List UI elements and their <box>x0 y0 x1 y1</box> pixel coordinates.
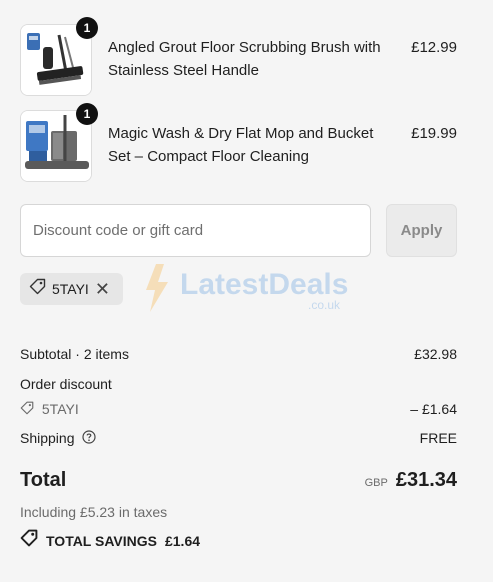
discount-code-input[interactable] <box>20 204 371 257</box>
total-label: Total <box>20 469 67 491</box>
product-title: Magic Wash & Dry Flat Mop and Bucket Set… <box>108 125 374 165</box>
product-title: Angled Grout Floor Scrubbing Brush with … <box>108 39 381 79</box>
discount-code-label: 5TAYI <box>52 281 89 297</box>
quantity-badge: 1 <box>76 17 98 39</box>
order-discount-label: Order discount <box>20 376 112 392</box>
total-savings-row: TOTAL SAVINGS £1.64 <box>20 529 457 552</box>
latestdeals-watermark: LatestDeals .co.uk <box>142 262 362 314</box>
help-icon[interactable] <box>82 429 96 449</box>
subtotal-row: Subtotal · 2 items £32.98 <box>20 344 457 364</box>
savings-value: £1.64 <box>164 532 201 549</box>
applied-discount-chip: 5TAYI ✕ <box>20 273 123 305</box>
subtotal-label: Subtotal · 2 items <box>20 346 129 362</box>
discount-value: – £1.64 <box>410 401 457 417</box>
remove-discount-close-icon[interactable]: ✕ <box>95 280 110 298</box>
watermark-brand: LatestDeals <box>180 268 349 301</box>
currency-code: GBP <box>364 477 388 489</box>
subtotal-value: £32.98 <box>414 346 457 362</box>
shipping-value: FREE <box>419 430 457 446</box>
product-price: £12.99 <box>411 39 457 56</box>
line-item: 1 Angled Grout Floor Scrubbing Brush wit… <box>20 17 457 98</box>
tag-icon <box>29 278 46 300</box>
savings-label: TOTAL SAVINGS <box>46 532 157 549</box>
discount-code-row: 5TAYI – £1.64 <box>20 399 457 420</box>
total-row: Total GBP £31.34 <box>20 470 457 496</box>
total-amount: £31.34 <box>395 469 457 491</box>
apply-discount-button[interactable]: Apply <box>386 204 457 257</box>
shipping-row: Shipping FREE <box>20 428 457 449</box>
tax-note: Including £5.23 in taxes <box>20 504 168 520</box>
discount-code-text: 5TAYI <box>41 401 79 417</box>
watermark-suffix: .co.uk <box>308 298 341 312</box>
product-price: £19.99 <box>411 125 457 142</box>
quantity-badge: 1 <box>76 103 98 125</box>
order-discount-row: Order discount <box>20 374 457 394</box>
line-item: 1 Magic Wash & Dry Flat Mop and Bucket S… <box>20 103 457 184</box>
shipping-label: Shipping <box>20 430 75 446</box>
tag-icon <box>20 400 34 420</box>
tag-icon <box>20 529 38 552</box>
